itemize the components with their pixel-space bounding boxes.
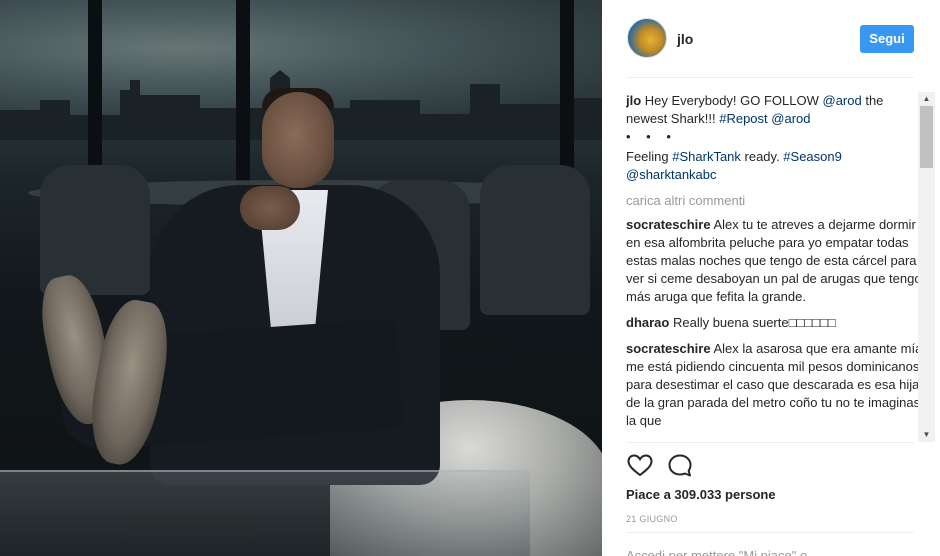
mention-link[interactable]: @arod — [771, 111, 810, 126]
comment: socrateschire Alex la asarosa que era am… — [626, 340, 924, 430]
caption: jlo Hey Everybody! GO FOLLOW @arod the n… — [626, 92, 924, 184]
scroll-down-arrow-icon[interactable]: ▼ — [918, 428, 935, 442]
photo-hand — [240, 186, 300, 230]
post-actions — [626, 452, 746, 482]
caption-line: Feeling #SharkTank ready. #Season9 @shark… — [626, 148, 924, 184]
photo-chair — [480, 165, 590, 315]
post-header: jlo Segui — [602, 0, 940, 78]
hashtag-link[interactable]: #Season9 — [783, 149, 842, 164]
hashtag-link[interactable]: #SharkTank — [672, 149, 741, 164]
avatar[interactable] — [627, 18, 667, 58]
footer-divider — [626, 532, 914, 533]
actions-divider — [626, 442, 914, 443]
post-date[interactable]: 21 GIUGNO — [626, 514, 678, 524]
photo-head — [262, 92, 334, 188]
comment-icon[interactable] — [666, 452, 694, 480]
comment-username[interactable]: socrateschire — [626, 341, 711, 356]
scroll-up-arrow-icon[interactable]: ▲ — [918, 92, 935, 106]
caption-dots: • • • — [626, 129, 677, 144]
comment-username[interactable]: socrateschire — [626, 217, 711, 232]
caption-text: ready. — [740, 149, 784, 164]
comment: socrateschire Alex tu te atreves a dejar… — [626, 216, 924, 306]
load-more-comments[interactable]: carica altri commenti — [626, 192, 924, 210]
comment: dharao Really buena suerte□□□□□□ — [626, 314, 924, 332]
photo-chair — [40, 165, 150, 295]
mention-link[interactable]: @arod — [823, 93, 862, 108]
comments-list: jlo Hey Everybody! GO FOLLOW @arod the n… — [626, 92, 924, 442]
comment-text: Really buena suerte□□□□□□ — [672, 315, 836, 330]
mention-link[interactable]: @sharktankabc — [626, 167, 717, 182]
comments-scrollbar[interactable]: ▲ ▼ — [918, 92, 935, 442]
caption-text: Hey Everybody! GO FOLLOW — [641, 93, 823, 108]
login-prompt[interactable]: Accedi per mettere "Mi piace" o — [626, 548, 807, 556]
hashtag-link[interactable]: #Repost — [719, 111, 767, 126]
likes-count[interactable]: Piace a 309.033 persone — [626, 487, 776, 502]
caption-text: Feeling — [626, 149, 673, 164]
follow-button[interactable]: Segui — [860, 25, 914, 53]
caption-username[interactable]: jlo — [626, 93, 641, 108]
heart-icon[interactable] — [626, 452, 654, 480]
header-username[interactable]: jlo — [677, 31, 693, 47]
post-photo[interactable] — [0, 0, 602, 556]
photo-glass-table — [0, 470, 530, 556]
header-divider — [626, 77, 914, 78]
scroll-thumb[interactable] — [920, 106, 933, 168]
comment-username[interactable]: dharao — [626, 315, 669, 330]
